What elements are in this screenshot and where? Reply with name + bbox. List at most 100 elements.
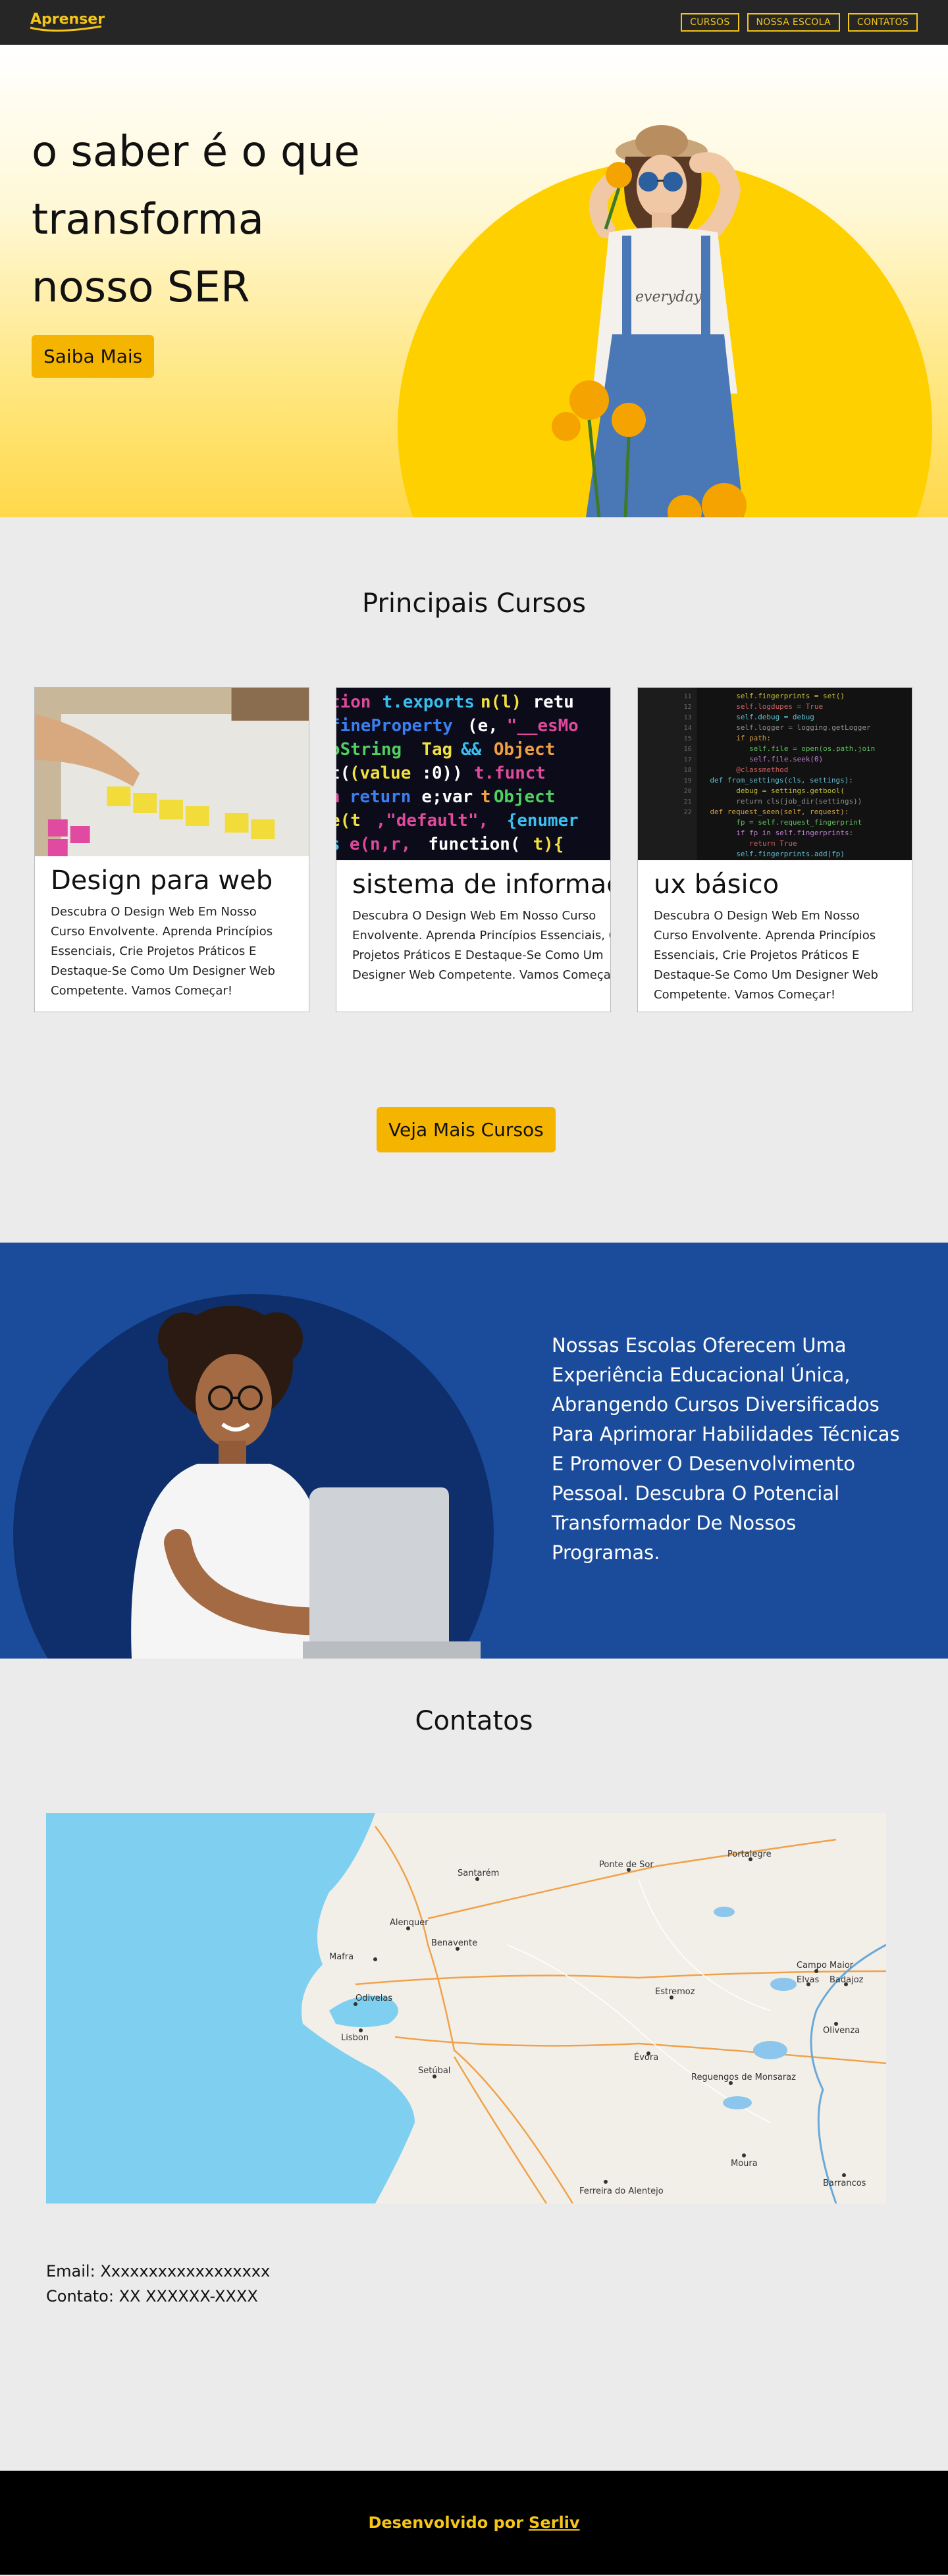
svg-text:retu: retu: [533, 692, 574, 712]
svg-text:20: 20: [684, 788, 692, 795]
logo[interactable]: Aprenser: [30, 11, 105, 34]
svg-text:(e,: (e,: [467, 716, 498, 736]
logo-swoosh-icon: [30, 25, 102, 32]
card-body: Design para web Descubra O Design Web Em…: [35, 856, 309, 1010]
nav-link-contatos[interactable]: CONTATOS: [847, 13, 918, 32]
map-label-odivelas: Odivelas: [356, 1994, 392, 2003]
card-body: ux básico Descubra O Design Web Em Nosso…: [638, 860, 912, 1012]
map-label-benavente: Benavente: [431, 1938, 477, 1948]
svg-text:&&: &&: [461, 740, 482, 760]
contact-value: XX XXXXXX-XXXX: [118, 2287, 258, 2306]
map-label-santarem: Santarém: [458, 1868, 499, 1878]
footer-author-link[interactable]: Serliv: [529, 2513, 580, 2532]
veja-mais-cursos-button[interactable]: Veja Mais Cursos: [377, 1107, 556, 1152]
map-label-lisbon: Lisbon: [341, 2033, 369, 2043]
svg-text:17: 17: [684, 756, 692, 763]
student-laptop-illustration: [131, 1306, 481, 1659]
saiba-mais-button[interactable]: Saiba Mais: [32, 335, 155, 378]
map-label-elvas: Elvas: [797, 1975, 819, 1985]
course-card-ux-basico[interactable]: self.fingerprints = set() self.logdupes …: [637, 687, 912, 1012]
hero-title-line-2: transforma: [32, 195, 264, 244]
svg-text:Object: Object: [494, 787, 555, 807]
svg-text:14: 14: [684, 725, 692, 732]
svg-text:self.file = open(os.path.join: self.file = open(os.path.join: [749, 744, 875, 753]
svg-text:21: 21: [684, 798, 692, 806]
svg-text:{enumer: {enumer: [507, 811, 579, 831]
svg-text:t: t: [481, 787, 491, 807]
svg-text:,"default",: ,"default",: [376, 811, 488, 831]
design-workspace-image: [35, 688, 309, 856]
card-body: sistema de informação Descubra O Design …: [336, 860, 610, 994]
svg-text:t(: t(: [336, 763, 350, 783]
svg-text:self.fingerprints = set(): self.fingerprints = set(): [736, 692, 845, 700]
map-label-setubal: Setúbal: [418, 2066, 450, 2076]
nav-link-nossa-escola[interactable]: NOSSA ESCOLA: [747, 13, 840, 32]
svg-text:if fp in self.fingerprints:: if fp in self.fingerprints:: [736, 829, 853, 837]
school-section: Nossas Escolas Oferecem Uma Experiência …: [0, 1243, 948, 1659]
svg-text:12: 12: [684, 704, 692, 711]
map-label-estremoz: Estremoz: [655, 1987, 695, 1997]
course-cards: Design para web Descubra O Design Web Em…: [34, 687, 912, 1012]
phone-line: Contato: XX XXXXXX-XXXX: [46, 2284, 270, 2309]
map-canvas: Santarém Ponte de Sor Portalegre Alenque…: [46, 1813, 886, 2203]
hero-title: o saber é o que transforma nosso SER: [32, 118, 400, 322]
svg-text:n: n: [336, 787, 340, 807]
course-description: Descubra O Design Web Em Nosso Curso Env…: [352, 909, 611, 982]
svg-text:Tag: Tag: [421, 740, 452, 760]
map-label-reguengos: Reguengos de Monsaraz: [691, 2073, 796, 2082]
email-value: Xxxxxxxxxxxxxxxxxx: [100, 2262, 271, 2280]
svg-text:def from_settings(cls, setting: def from_settings(cls, settings):: [710, 776, 853, 785]
map-label-alenquer: Alenquer: [390, 1918, 429, 1928]
course-title: ux básico: [654, 869, 779, 900]
hero-title-line-1: o saber é o que: [32, 128, 360, 176]
contacts-section: Contatos Santarém Ponte de Sor Portalegr…: [0, 1659, 948, 2471]
svg-text:def request_seen(self, request: def request_seen(self, request):: [710, 808, 849, 816]
svg-text:22: 22: [684, 809, 692, 816]
svg-text:19: 19: [684, 777, 692, 785]
svg-text:return True: return True: [749, 839, 797, 848]
svg-text:@classmethod: @classmethod: [736, 765, 788, 774]
course-title: sistema de informação: [352, 869, 610, 900]
course-card-sistema-informacao[interactable]: tion t.exports n(l) retu fineProperty (e, "__…: [336, 687, 611, 1012]
svg-text:return cls(job_dir(settings)): return cls(job_dir(settings)): [736, 797, 862, 806]
svg-text:self.debug = debug: self.debug = debug: [736, 713, 814, 721]
svg-text:(value: (value: [350, 763, 411, 783]
contact-label: Contato:: [46, 2287, 114, 2306]
svg-text:e;var: e;var: [421, 787, 473, 807]
svg-text:debug = settings.getbool(: debug = settings.getbool(: [736, 786, 845, 795]
svg-text::0)): :0)): [421, 763, 462, 783]
svg-text:self.file.seek(0): self.file.seek(0): [749, 755, 823, 763]
footer: Desenvolvido por Serliv: [0, 2471, 948, 2575]
svg-text:t.funct: t.funct: [474, 763, 546, 783]
map-label-badajoz: Badajoz: [830, 1975, 864, 1985]
svg-text:e(t: e(t: [336, 811, 361, 831]
svg-text:return: return: [350, 787, 411, 807]
nav-links: CURSOS NOSSA ESCOLA CONTATOS: [681, 13, 918, 32]
map-label-mafra: Mafra: [329, 1952, 354, 1962]
hero-text: o saber é o que transforma nosso SER Sai…: [32, 118, 400, 378]
course-card-design-web[interactable]: Design para web Descubra O Design Web Em…: [34, 687, 309, 1012]
svg-text:s: s: [336, 835, 340, 854]
map-label-moura: Moura: [731, 2159, 758, 2169]
svg-text:fp = self.request_fingerprint: fp = self.request_fingerprint: [736, 818, 862, 827]
contact-info: Email: Xxxxxxxxxxxxxxxxxx Contato: XX XX…: [46, 2259, 270, 2309]
svg-text:18: 18: [684, 767, 692, 774]
hero-section: o saber é o que transforma nosso SER Sai…: [0, 45, 948, 517]
svg-text:fineProperty: fineProperty: [336, 716, 453, 736]
svg-text:16: 16: [684, 746, 692, 753]
contacts-title: Contatos: [415, 1706, 533, 1736]
map-label-ponte-de-sor: Ponte de Sor: [599, 1860, 654, 1870]
svg-text:n(l): n(l): [481, 692, 521, 712]
hero-woman-illustration: everyday: [552, 125, 747, 517]
svg-text:self.fingerprints.add(fp): self.fingerprints.add(fp): [736, 850, 845, 858]
svg-text:function(: function(: [428, 835, 520, 854]
svg-text:Object: Object: [494, 740, 555, 760]
map-label-portalegre: Portalegre: [727, 1849, 772, 1859]
nav-link-cursos[interactable]: CURSOS: [681, 13, 739, 32]
location-map[interactable]: Santarém Ponte de Sor Portalegre Alenque…: [46, 1813, 886, 2203]
map-label-evora: Évora: [634, 2052, 658, 2063]
map-label-campo-maior: Campo Maior: [797, 1961, 854, 1971]
map-label-barrancos: Barrancos: [823, 2178, 866, 2188]
svg-text:e(n,r,: e(n,r,: [350, 835, 411, 854]
courses-title: Principais Cursos: [362, 588, 586, 619]
